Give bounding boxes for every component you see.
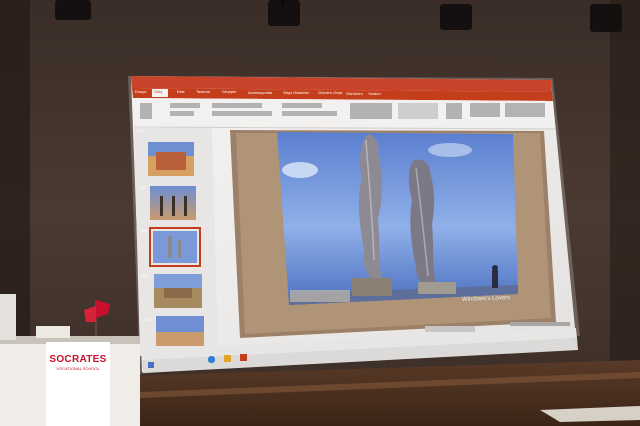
ppt-zoom-slider[interactable] xyxy=(510,322,570,326)
statue-base-left xyxy=(352,278,392,296)
windows-start-icon[interactable] xyxy=(148,362,154,368)
railing xyxy=(290,290,350,302)
thumb-126-statue-1 xyxy=(168,236,172,258)
edge-browser-icon[interactable] xyxy=(208,356,215,363)
file-explorer-icon[interactable] xyxy=(224,355,231,362)
stage-light-3 xyxy=(440,4,472,30)
slide-photo-sky xyxy=(277,132,518,305)
thumbnail-127[interactable] xyxy=(154,274,202,308)
photo-scene xyxy=(0,0,640,426)
thumbnail-124[interactable] xyxy=(148,142,194,176)
person-figure xyxy=(492,270,498,288)
thumb-128-buildings xyxy=(156,332,204,346)
podium-object xyxy=(36,326,70,338)
thumb-125-palm-3 xyxy=(184,196,187,216)
cloud-2 xyxy=(428,143,472,157)
thumb-127-ground xyxy=(164,288,192,298)
thumbnail-126[interactable] xyxy=(149,227,201,267)
thumb-126-image xyxy=(153,231,197,263)
powerpoint-taskbar-icon[interactable] xyxy=(240,354,247,361)
stage-light-1 xyxy=(55,0,91,20)
podium-box xyxy=(0,294,16,340)
thumb-127-sky xyxy=(154,274,202,288)
cloud-1 xyxy=(282,162,318,178)
thumbnail-128[interactable] xyxy=(156,316,204,346)
person-head xyxy=(492,265,498,271)
ppt-tab-active xyxy=(152,89,168,97)
podium-banner-panel xyxy=(46,342,110,426)
stage-light-4 xyxy=(590,4,622,32)
thumb-126-statue-2 xyxy=(178,240,181,258)
thumbnail-125[interactable] xyxy=(150,186,196,220)
thumb-124-building xyxy=(156,152,186,170)
projected-powerpoint xyxy=(131,76,578,373)
statue-base-right xyxy=(418,282,456,294)
ppt-view-buttons[interactable] xyxy=(425,326,475,332)
thumb-125-palm-2 xyxy=(172,196,175,216)
thumb-125-palm-1 xyxy=(160,196,163,216)
